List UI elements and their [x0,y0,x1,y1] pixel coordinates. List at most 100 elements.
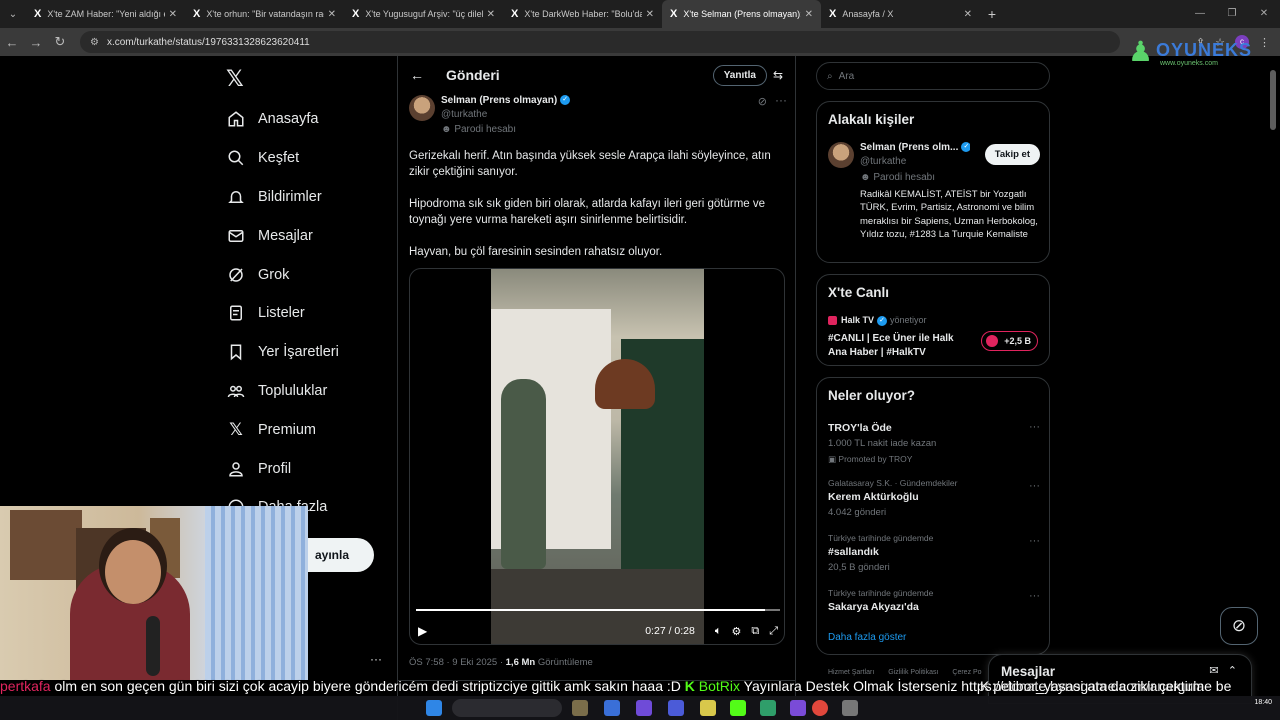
listeners-badge[interactable]: +2,5 B [981,331,1038,351]
x-logo-icon[interactable]: 𝕏 [226,66,244,92]
close-tab-icon[interactable]: ✕ [328,9,336,20]
back-arrow-icon[interactable]: ← [0,35,24,50]
tab-search-button[interactable]: ⌄ [0,0,26,28]
post-button-label: ayınla [314,548,350,562]
taskbar-app-icon[interactable] [636,700,652,716]
avatar[interactable] [828,142,854,168]
search-placeholder: Ara [838,70,855,82]
close-tab-icon[interactable]: ✕ [646,9,654,20]
minimize-icon[interactable]: — [1184,0,1216,28]
more-options-icon[interactable]: ··· [1029,480,1040,492]
trend-context: Galatasaray S.K. · Gündemdekiler [828,478,958,488]
reload-icon[interactable]: ↻ [48,34,72,50]
browser-tab[interactable]: X X'te ZAM Haber: "Yeni aldığı ev ✕ [26,0,185,28]
footer-link[interactable]: Gizlilik Politikası [888,669,938,676]
grok-explain-icon[interactable]: ⊘ [758,95,767,108]
taskbar-app-icon[interactable] [604,700,620,716]
nav-item-notifications[interactable]: Bildirimler [226,178,339,217]
trend-item[interactable]: Türkiye tarihinde gündemde #sallandık 20… [828,533,1040,573]
person-handle[interactable]: @turkathe [860,156,906,167]
taskbar-app-icon[interactable] [730,700,746,716]
x-favicon-icon: X [352,8,360,20]
taskbar-chrome-icon[interactable] [812,700,828,716]
settings-gear-icon[interactable]: ⚙ [731,625,741,638]
video-frame[interactable] [491,269,704,644]
show-more-link[interactable]: Daha fazla göster [828,632,906,643]
browser-tab[interactable]: X X'te DarkWeb Haber: "Bolu'da ✕ [503,0,662,28]
nav-item-explore[interactable]: Keşfet [226,139,339,178]
taskbar-app-icon[interactable] [760,700,776,716]
taskbar-search[interactable] [452,699,562,717]
footer-link[interactable]: Hizmet Şartları [828,669,874,676]
nav-item-profile[interactable]: Profil [226,449,339,488]
new-tab-button[interactable]: + [980,6,1004,22]
taskbar-app-icon[interactable] [842,700,858,716]
nav-item-bookmarks[interactable]: Yer İşaretleri [226,333,339,372]
windows-start-icon[interactable] [426,700,442,716]
person-name[interactable]: Selman (Prens olm... ✓ [860,142,970,153]
back-arrow-icon[interactable]: ← [410,67,424,83]
browser-tab[interactable]: X Anasayfa / X ✕ [821,0,980,28]
trend-item[interactable]: TROY'la Öde 1.000 TL nakit iade kazan ▣ … [828,419,1040,465]
browser-menu-icon[interactable]: ⋮ [1259,36,1270,49]
nav-label: Keşfet [258,150,300,167]
avatar[interactable] [409,95,435,121]
close-window-icon[interactable]: ✕ [1248,0,1280,28]
taskbar-app-icon[interactable] [790,700,806,716]
video-progress-bar[interactable] [416,609,780,611]
communities-icon [226,381,246,401]
live-title[interactable]: #CANLI | Ece Üner ile Halk Ana Haber | #… [828,332,968,359]
live-channel[interactable]: Halk TV ✓ yönetiyor [828,315,927,326]
parody-text: Parodi hesabı [873,172,936,183]
volume-icon[interactable]: 🔈︎ [715,625,722,638]
nav-label: Listeler [258,305,305,322]
footer-link[interactable]: Çerez Po [952,669,981,676]
fullscreen-icon[interactable]: ⤢ [769,625,778,638]
trend-item[interactable]: Galatasaray S.K. · Gündemdekiler Kerem A… [828,478,1040,518]
more-options-icon[interactable]: ··· [775,93,787,107]
taskbar-app-icon[interactable] [572,700,588,716]
verified-badge-icon: ✓ [961,142,970,153]
popout-icon[interactable]: ⧉ [751,625,759,638]
browser-tab[interactable]: X X'te orhun: "Bir vatandaşın racı ✕ [185,0,344,28]
bell-icon [226,187,246,207]
author-handle[interactable]: @turkathe [441,109,487,120]
account-menu-dots[interactable]: ··· [370,652,382,666]
taskbar-folder-icon[interactable] [700,700,716,716]
video-player[interactable]: ▶ 0:27 / 0:28 🔈︎ ⚙ ⧉ ⤢ [409,268,785,645]
more-options-icon[interactable]: ··· [1029,535,1040,547]
play-icon[interactable]: ▶ [418,624,427,638]
browser-tab-active[interactable]: X X'te Selman (Prens olmayan): " ✕ [662,0,821,28]
more-options-icon[interactable]: ··· [1029,421,1040,433]
wall-poster [10,510,82,580]
close-tab-icon[interactable]: ✕ [169,9,177,20]
reply-button[interactable]: Yanıtla [712,64,767,86]
nav-item-messages[interactable]: Mesajlar [226,216,339,255]
more-options-icon[interactable]: ··· [1029,590,1040,602]
taskbar-app-icon[interactable] [668,700,684,716]
trend-title: TROY'la Öde [828,422,892,434]
post-datetime[interactable]: ÖS 7:58 · 9 Eki 2025 · [409,657,506,668]
forward-arrow-icon[interactable]: → [24,35,48,50]
maximize-icon[interactable]: ❐ [1216,0,1248,28]
close-tab-icon[interactable]: ✕ [487,9,495,20]
site-info-icon[interactable]: ⚙ [90,37,99,48]
nav-item-home[interactable]: Anasayfa [226,100,339,139]
nav-item-communities[interactable]: Topluluklar [226,372,339,411]
card-title: Neler oluyor? [828,388,916,403]
sliders-icon[interactable]: ⇆ [773,68,783,82]
follow-button[interactable]: Takip et [984,144,1040,165]
close-tab-icon[interactable]: ✕ [805,9,813,20]
nav-item-premium[interactable]: 𝕏 Premium [226,410,339,449]
search-input[interactable]: ⌕ Ara [816,62,1050,90]
page-scrollbar[interactable] [1270,70,1276,130]
trend-item[interactable]: Türkiye tarihinde gündemde Sakarya Akyaz… [828,588,1040,613]
nav-item-lists[interactable]: Listeler [226,294,339,333]
nav-item-grok[interactable]: Grok [226,255,339,294]
close-tab-icon[interactable]: ✕ [964,9,972,20]
author-name[interactable]: Selman (Prens olmayan) ✓ [441,95,571,106]
address-bar[interactable]: ⚙ x.com/turkathe/status/1976331328623620… [80,31,1120,53]
post-author[interactable]: Selman (Prens olmayan) ✓ @turkathe ☻ Paro… [409,93,789,139]
grok-fab-icon[interactable]: ⊘ [1220,607,1258,645]
browser-tab[interactable]: X X'te Yugusuguf Arşiv: "üç dilek ✕ [344,0,503,28]
